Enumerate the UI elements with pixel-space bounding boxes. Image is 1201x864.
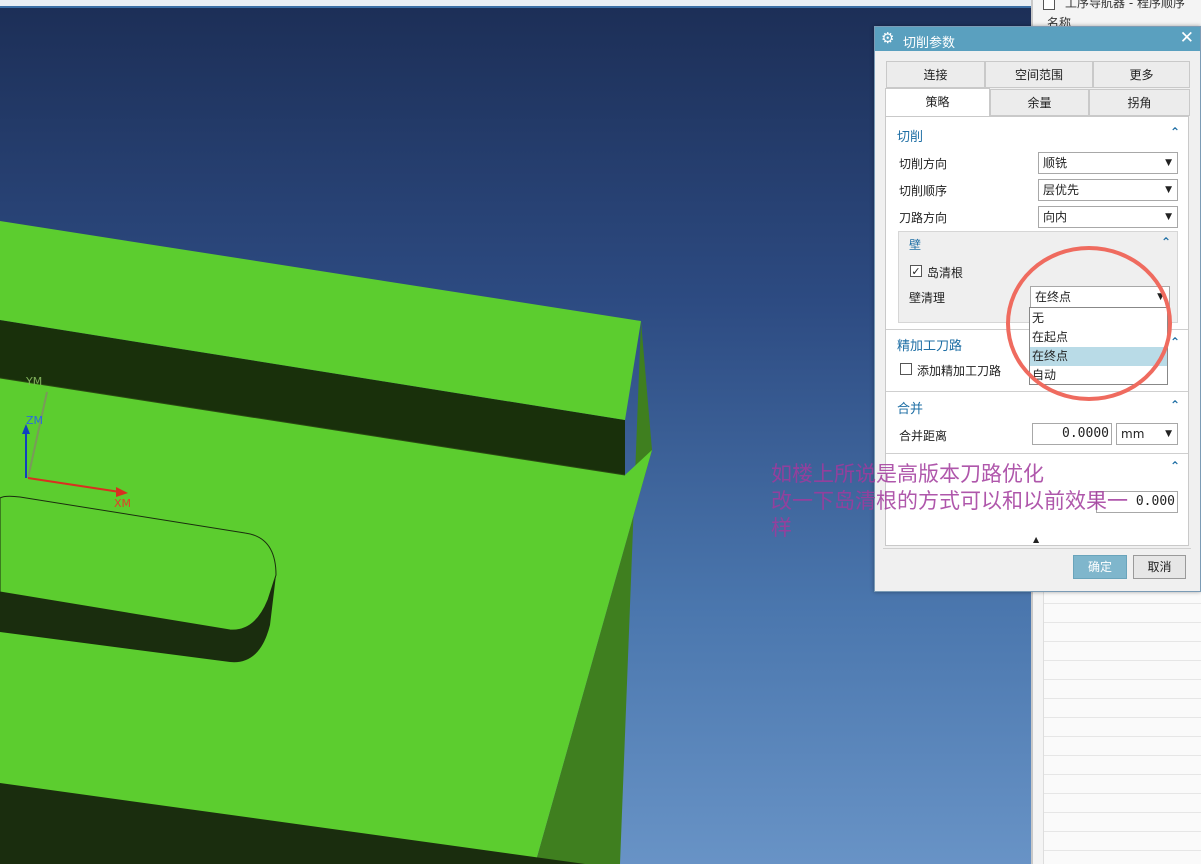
tab-spatial-range[interactable]: 空间范围 [985, 61, 1093, 88]
wall-cleanup-option-at-end[interactable]: 在终点 [1030, 347, 1167, 366]
wall-cleanup-option-at-start[interactable]: 在起点 [1030, 328, 1167, 347]
close-icon[interactable]: ✕ [1180, 28, 1194, 48]
cut-section-collapse-icon[interactable]: ⌃ [1170, 125, 1180, 139]
gear-icon: ⚙ [881, 29, 895, 47]
pattern-direction-label: 刀路方向 [899, 211, 948, 225]
wall-cleanup-label: 壁清理 [909, 291, 946, 305]
chevron-down-icon: ▼ [1165, 185, 1172, 195]
navigator-title: 工序导航器 - 程序顺序 [1043, 0, 1185, 11]
merge-distance-input[interactable]: 0.0000 [1032, 423, 1112, 445]
wall-cleanup-option-auto[interactable]: 自动 [1030, 366, 1167, 385]
add-finish-label: 添加精加工刀路 [917, 364, 1002, 378]
section-divider [886, 453, 1188, 454]
wall-section-title: 壁 [909, 238, 922, 252]
chevron-down-icon: ▼ [1157, 292, 1164, 302]
dialog-title-bar[interactable]: ⚙ 切削参数 ✕ [875, 27, 1200, 51]
annotation-line-3: 样 [771, 516, 792, 540]
ok-button[interactable]: 确定 [1073, 555, 1127, 579]
island-cleanup-checkbox[interactable]: ✓ [910, 265, 922, 277]
chevron-down-icon: ▼ [1165, 158, 1172, 168]
merge-section-collapse-icon[interactable]: ⌃ [1170, 398, 1180, 412]
ym-axis-label: YM [26, 375, 43, 388]
merge-section-title: 合并 [897, 402, 924, 417]
tab-more[interactable]: 更多 [1093, 61, 1190, 88]
merge-distance-label: 合并距离 [899, 429, 948, 443]
wall-section-collapse-icon[interactable]: ⌃ [1161, 235, 1171, 249]
add-finish-checkbox[interactable] [900, 363, 912, 375]
zm-axis-label: ZM [26, 414, 44, 427]
section-divider [886, 391, 1188, 392]
cut-section-title: 切削 [897, 130, 924, 145]
cut-direction-select[interactable]: 顺铣 ▼ [1038, 152, 1178, 174]
annotation-line-1: 如楼上所说是高版本刀路优化 [771, 462, 1044, 486]
chevron-down-icon: ▼ [1165, 212, 1172, 222]
navigator-checkbox[interactable] [1043, 0, 1055, 10]
cut-order-select[interactable]: 层优先 ▼ [1038, 179, 1178, 201]
xm-axis-label: XM [114, 497, 132, 510]
cut-order-label: 切削顺序 [899, 184, 948, 198]
cut-direction-label: 切削方向 [899, 157, 948, 171]
wall-cleanup-option-none[interactable]: 无 [1030, 309, 1167, 328]
cancel-button[interactable]: 取消 [1133, 555, 1186, 579]
finish-section-title: 精加工刀路 [897, 339, 963, 354]
tab-stock[interactable]: 余量 [990, 89, 1089, 116]
tab-corners[interactable]: 拐角 [1089, 89, 1190, 116]
pattern-direction-select[interactable]: 向内 ▼ [1038, 206, 1178, 228]
tab-connect[interactable]: 连接 [886, 61, 985, 88]
merge-distance-unit-select[interactable]: mm ▼ [1116, 423, 1178, 445]
hidden-section-collapse-icon[interactable]: ⌃ [1170, 459, 1180, 473]
dialog-title: 切削参数 [903, 36, 956, 51]
annotation-note: 如楼上所说是高版本刀路优化 改一下岛清根的方式可以和以前效果一 样 [771, 461, 1166, 542]
island-cleanup-label: 岛清根 [927, 266, 964, 280]
chevron-down-icon: ▼ [1165, 429, 1172, 439]
finish-section-collapse-icon[interactable]: ⌃ [1170, 335, 1180, 349]
footer-separator [883, 548, 1191, 549]
wall-cleanup-select[interactable]: 在终点 ▼ [1030, 286, 1170, 308]
wall-cleanup-dropdown-list: 无 在起点 在终点 自动 [1029, 307, 1168, 385]
tab-strategy[interactable]: 策略 [885, 88, 990, 117]
annotation-line-2: 改一下岛清根的方式可以和以前效果一 [771, 489, 1128, 513]
